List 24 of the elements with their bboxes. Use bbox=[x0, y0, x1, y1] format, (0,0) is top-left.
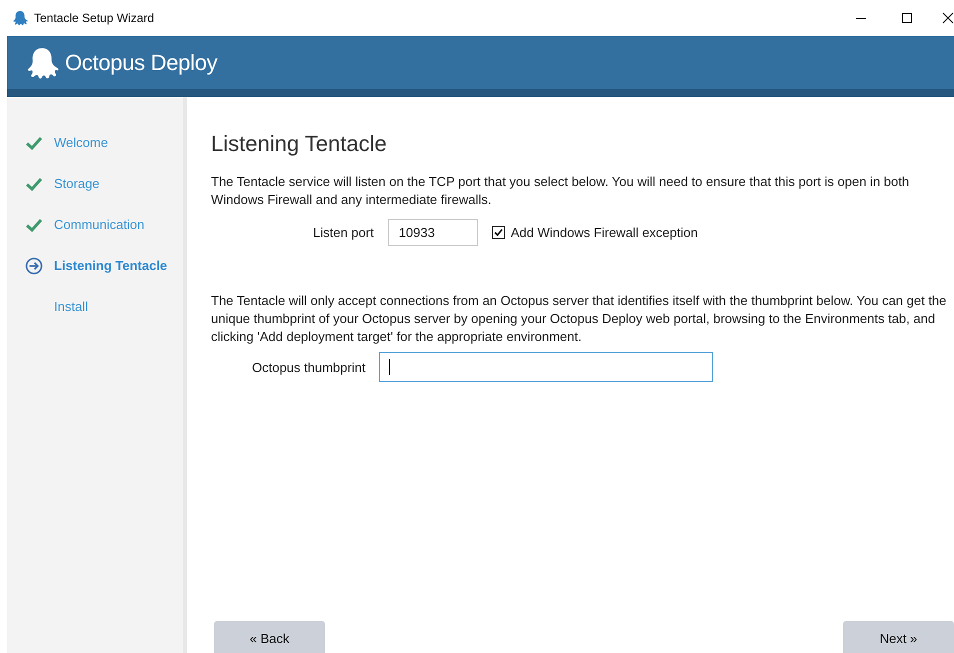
window-title: Tentacle Setup Wizard bbox=[34, 11, 156, 25]
check-icon bbox=[26, 176, 42, 190]
next-button[interactable]: Next » bbox=[843, 621, 954, 653]
step-item[interactable]: Storage bbox=[54, 176, 100, 191]
thumbprint-description: The Tentacle will only accept connections from an Octopus server that identifies itself with the thumbprint below. You can get the unique thumbprint of your Octopus server by opening your Octopus Deploy web portal, browsing to the Environments tab, and clicking 'Add deployment target' for the appropriate environment. bbox=[211, 292, 948, 346]
octopus-logo-icon bbox=[25, 46, 59, 80]
port-field[interactable]: 10933 bbox=[388, 219, 478, 246]
step-item[interactable]: Install bbox=[54, 299, 88, 314]
step-item[interactable]: Listening Tentacle bbox=[54, 258, 168, 273]
check-icon bbox=[26, 218, 42, 232]
octopus-logo-icon bbox=[12, 10, 28, 26]
arrow-circle-icon bbox=[25, 256, 43, 274]
check-icon bbox=[26, 136, 42, 150]
port-description: The Tentacle service will listen on the TCP port that you select below. You will need to ensure that this port is open in both Windows Firewall and any intermediate firewalls. bbox=[211, 173, 910, 209]
checkbox[interactable] bbox=[492, 226, 505, 239]
checkbox-label: Add Windows Firewall exception bbox=[510, 225, 698, 240]
field-label: Octopus thumbprint bbox=[252, 360, 366, 374]
back-button[interactable]: « Back bbox=[214, 621, 325, 653]
step-item[interactable]: Welcome bbox=[54, 135, 108, 150]
product-name: Octopus Deploy bbox=[65, 50, 218, 76]
step-item[interactable]: Communication bbox=[54, 217, 144, 232]
thumbprint-field[interactable] bbox=[379, 352, 714, 382]
page-heading: Listening Tentacle bbox=[211, 131, 388, 157]
field-label: Listen port bbox=[313, 225, 374, 240]
